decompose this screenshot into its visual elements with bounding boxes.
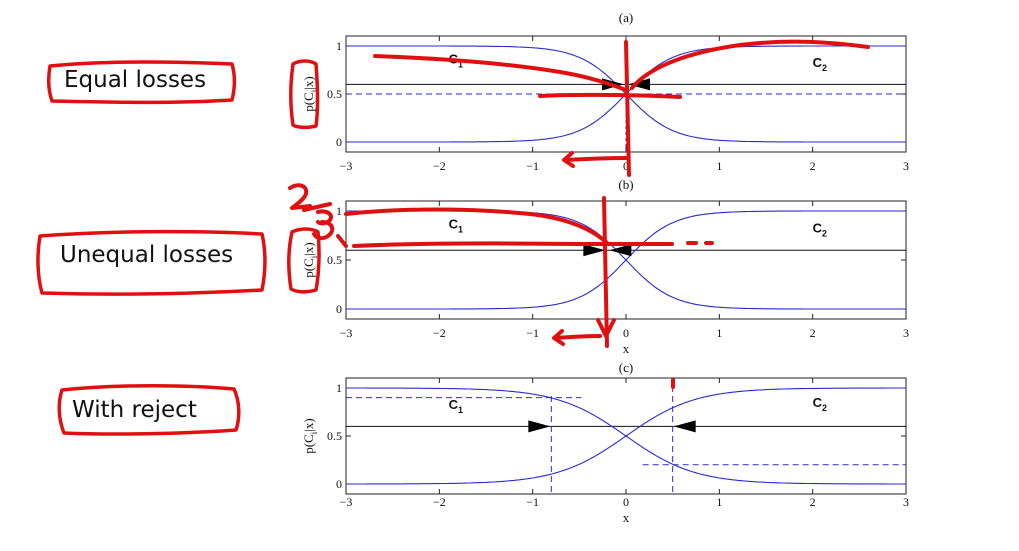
ink-vertical-b (602, 196, 609, 348)
x-tick-label: 3 (903, 326, 909, 340)
x-tick-label: 3 (903, 495, 909, 509)
panel-title: (c) (619, 360, 633, 375)
x-tick-label: −2 (433, 159, 446, 173)
panel-title: (b) (618, 177, 633, 192)
x-tick-label: −3 (340, 159, 353, 173)
x-tick-label: −3 (340, 326, 353, 340)
ink-left-arrow-b (552, 329, 602, 346)
x-tick-label: 0 (623, 495, 629, 509)
class-label: C1 (449, 217, 463, 235)
chart-panel-a: (a)−3 −2 −1 0 1 2 300.51p(Ci|x)C1 C2 (301, 10, 909, 173)
y-tick-label: 0 (336, 477, 342, 491)
y-tick-label: 1 (336, 204, 342, 218)
y-axis-label: p(Ci|x) (301, 242, 319, 277)
x-tick-label: 0 (623, 326, 629, 340)
y-axis-label: p(Ci|x) (301, 418, 319, 453)
ink-vertical-a (624, 40, 631, 177)
class-label: C2 (813, 55, 827, 73)
y-tick-label: 0.5 (327, 429, 342, 443)
x-tick-label: 1 (716, 495, 722, 509)
handwritten-ink-overlay (36, 39, 870, 436)
ink-threshold-b (336, 234, 714, 248)
x-tick-label: 2 (810, 326, 816, 340)
arrow-left-marker (673, 420, 696, 433)
x-tick-label: −1 (526, 326, 539, 340)
y-tick-label: 0.5 (327, 87, 342, 101)
equal-losses-label: Equal losses (64, 67, 206, 93)
x-tick-label: 3 (903, 159, 909, 173)
class-label: C2 (813, 395, 827, 413)
with-reject-label: With reject (72, 397, 197, 423)
x-tick-label: −2 (433, 326, 446, 340)
ink-curve-c2-a (630, 39, 870, 90)
x-tick-label: 1 (716, 159, 722, 173)
unequal-losses-label: Unequal losses (60, 242, 233, 268)
arrow-right-marker (528, 420, 551, 433)
ink-horizontal-a (538, 92, 682, 99)
chart-panel-c: (c) −3 −2 −1 0 1 2 3 0 0.5 1 p(Ci|x) x C1 C2 (301, 360, 909, 525)
x-axis-label: x (623, 510, 630, 525)
x-tick-label: 2 (810, 495, 816, 509)
y-tick-label: 0 (336, 135, 342, 149)
x-axis-label: x (623, 341, 630, 356)
x-tick-label: −3 (340, 495, 353, 509)
y-tick-label: 1 (336, 39, 342, 53)
x-tick-label: −1 (526, 159, 539, 173)
x-tick-label: 1 (716, 326, 722, 340)
panel-title: (a) (619, 10, 633, 25)
y-tick-label: 0.5 (327, 253, 342, 267)
arrow-right-marker (583, 244, 606, 257)
x-tick-label: −1 (526, 495, 539, 509)
x-tick-label: 2 (810, 159, 816, 173)
y-tick-label: 1 (336, 381, 342, 395)
class-label: C1 (449, 397, 463, 415)
class-label: C2 (813, 221, 827, 239)
figure-canvas: Equal losses Unequal losses With reject … (36, 10, 909, 525)
ink-left-arrow-a (562, 151, 628, 168)
y-tick-label: 0 (336, 302, 342, 316)
annotation-labels: Equal losses Unequal losses With reject (60, 67, 233, 423)
x-tick-label: −2 (433, 495, 446, 509)
ink-curve-c1-b (344, 207, 608, 244)
